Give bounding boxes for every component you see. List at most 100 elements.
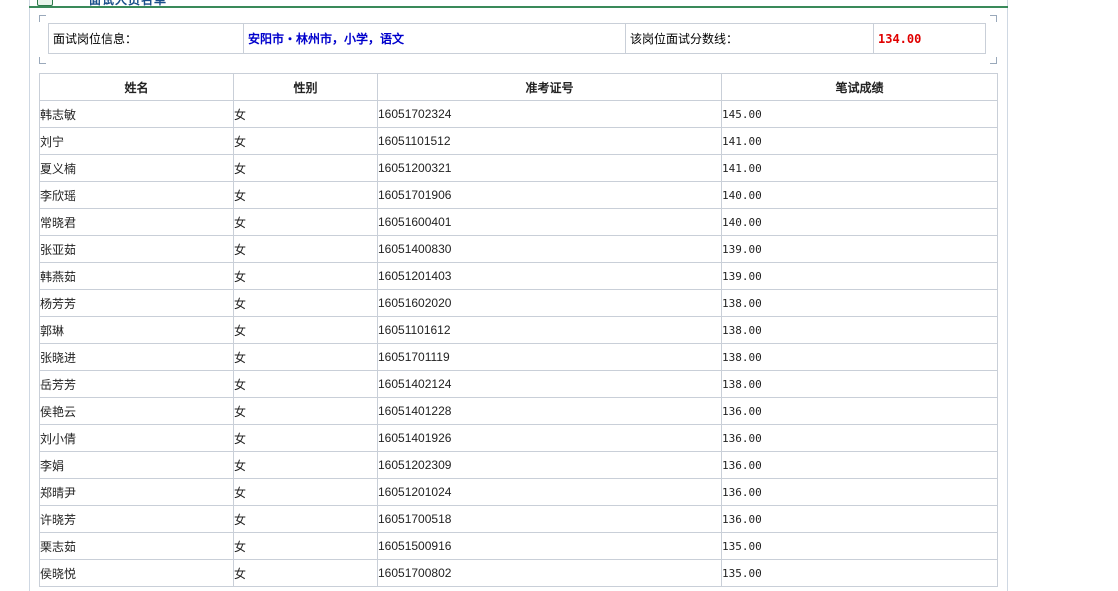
table-header-row: 姓名 性别 准考证号 笔试成绩: [39, 73, 998, 101]
cell-gender: 女: [233, 478, 378, 506]
cell-exam-id: 16051602020: [377, 289, 722, 317]
table-row: 郑晴尹女 16051201024 136.00: [39, 478, 998, 506]
cell-exam-id: 16051400830: [377, 235, 722, 263]
cell-score: 138.00: [721, 316, 998, 344]
cell-gender: 女: [233, 424, 378, 452]
table-row: 郭琳女 16051101612 138.00: [39, 316, 998, 344]
position-value: 安阳市・林州市，小学，语文: [243, 23, 626, 54]
table-row: 栗志茹女 16051500916 135.00: [39, 532, 998, 560]
table-row: 侯晓悦女 16051700802 135.00: [39, 559, 998, 587]
cell-score: 135.00: [721, 532, 998, 560]
cell-exam-id: 16051401926: [377, 424, 722, 452]
table-row: 李娟女 16051202309 136.00: [39, 451, 998, 479]
corner-bottom-left: [39, 57, 46, 64]
cell-name: 常晓君: [39, 208, 234, 236]
cell-score: 139.00: [721, 235, 998, 263]
cell-name: 张晓进: [39, 343, 234, 371]
table-row: 杨芳芳女 16051602020 138.00: [39, 289, 998, 317]
cell-name: 李娟: [39, 451, 234, 479]
panel-header: 面试人员名单: [29, 0, 1008, 8]
table-row: 常晓君女 16051600401 140.00: [39, 208, 998, 236]
cell-name: 刘小倩: [39, 424, 234, 452]
cell-gender: 女: [233, 532, 378, 560]
cell-name: 夏义楠: [39, 154, 234, 182]
cell-gender: 女: [233, 235, 378, 263]
table-row: 韩燕茹女 16051201403 139.00: [39, 262, 998, 290]
cell-gender: 女: [233, 262, 378, 290]
table-body: 韩志敏女 16051702324 145.00 刘宁女 16051101512 141.0…: [39, 100, 998, 587]
table-row: 许晓芳女 16051700518 136.00: [39, 505, 998, 533]
cell-gender: 女: [233, 289, 378, 317]
cell-name: 刘宁: [39, 127, 234, 155]
cell-name: 侯艳云: [39, 397, 234, 425]
cell-name: 栗志茹: [39, 532, 234, 560]
cell-exam-id: 16051401228: [377, 397, 722, 425]
cell-score: 138.00: [721, 289, 998, 317]
cell-exam-id: 16051200321: [377, 154, 722, 182]
column-header-score: 笔试成绩: [721, 73, 998, 101]
cutoff-label: 该岗位面试分数线：: [625, 23, 874, 54]
table-row: 侯艳云女 16051401228 136.00: [39, 397, 998, 425]
cell-gender: 女: [233, 316, 378, 344]
cell-score: 136.00: [721, 424, 998, 452]
cell-score: 136.00: [721, 478, 998, 506]
cell-name: 许晓芳: [39, 505, 234, 533]
cell-name: 郑晴尹: [39, 478, 234, 506]
cell-exam-id: 16051600401: [377, 208, 722, 236]
cell-gender: 女: [233, 181, 378, 209]
cell-gender: 女: [233, 397, 378, 425]
candidates-table: 姓名 性别 准考证号 笔试成绩 韩志敏女 16051702324 145.00 刘宁女…: [39, 73, 998, 587]
cell-exam-id: 16051700802: [377, 559, 722, 587]
cutoff-score: 134.00: [873, 23, 986, 54]
table-row: 李欣瑶女 16051701906 140.00: [39, 181, 998, 209]
cell-gender: 女: [233, 370, 378, 398]
cell-score: 136.00: [721, 451, 998, 479]
cell-score: 141.00: [721, 127, 998, 155]
cell-gender: 女: [233, 451, 378, 479]
column-header-gender: 性别: [233, 73, 378, 101]
cell-gender: 女: [233, 127, 378, 155]
table-row: 韩志敏女 16051702324 145.00: [39, 100, 998, 128]
cell-score: 138.00: [721, 370, 998, 398]
column-header-exam-id: 准考证号: [377, 73, 722, 101]
cell-gender: 女: [233, 154, 378, 182]
cell-exam-id: 16051702324: [377, 100, 722, 128]
cell-score: 141.00: [721, 154, 998, 182]
cell-score: 138.00: [721, 343, 998, 371]
position-label: 面试岗位信息：: [48, 23, 244, 54]
cell-name: 侯晓悦: [39, 559, 234, 587]
table-row: 夏义楠女 16051200321 141.00: [39, 154, 998, 182]
cell-score: 139.00: [721, 262, 998, 290]
cell-exam-id: 16051101512: [377, 127, 722, 155]
corner-top-right: [990, 15, 997, 22]
cell-name: 张亚茹: [39, 235, 234, 263]
cell-gender: 女: [233, 559, 378, 587]
cell-score: 136.00: [721, 397, 998, 425]
corner-bottom-right: [990, 57, 997, 64]
cell-exam-id: 16051700518: [377, 505, 722, 533]
panel-title: 面试人员名单: [89, 0, 168, 7]
cell-exam-id: 16051402124: [377, 370, 722, 398]
cell-exam-id: 16051701119: [377, 343, 722, 371]
cell-name: 李欣瑶: [39, 181, 234, 209]
cell-name: 韩燕茹: [39, 262, 234, 290]
column-header-name: 姓名: [39, 73, 234, 101]
cell-name: 韩志敏: [39, 100, 234, 128]
cell-name: 岳芳芳: [39, 370, 234, 398]
table-row: 张亚茹女 16051400830 139.00: [39, 235, 998, 263]
cell-name: 杨芳芳: [39, 289, 234, 317]
table-row: 张晓进女 16051701119 138.00: [39, 343, 998, 371]
cell-exam-id: 16051101612: [377, 316, 722, 344]
cell-exam-id: 16051202309: [377, 451, 722, 479]
cell-gender: 女: [233, 100, 378, 128]
cell-gender: 女: [233, 208, 378, 236]
panel-icon: [37, 0, 53, 6]
cell-score: 145.00: [721, 100, 998, 128]
cell-score: 136.00: [721, 505, 998, 533]
cell-exam-id: 16051201403: [377, 262, 722, 290]
cell-score: 140.00: [721, 181, 998, 209]
corner-top-left: [39, 15, 46, 22]
cell-gender: 女: [233, 505, 378, 533]
cell-exam-id: 16051701906: [377, 181, 722, 209]
table-row: 岳芳芳女 16051402124 138.00: [39, 370, 998, 398]
